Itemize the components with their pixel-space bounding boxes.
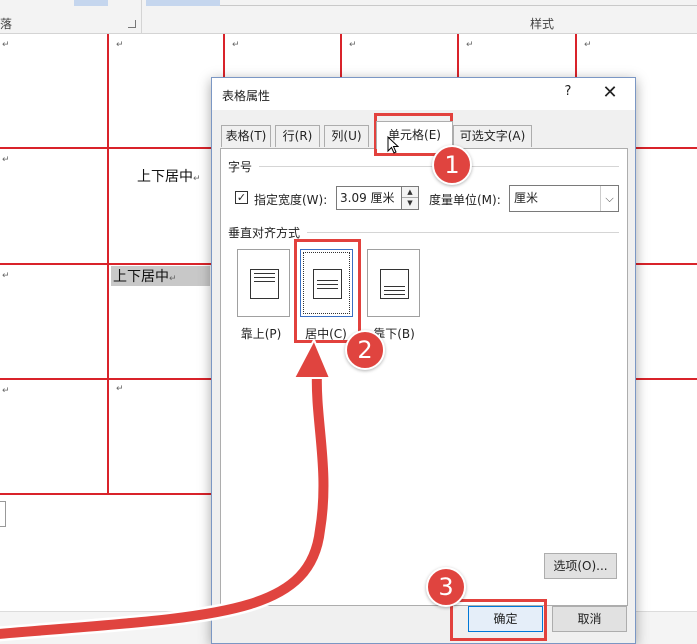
dialog-launcher-icon[interactable]: [128, 20, 136, 28]
cell-mark: ↵: [2, 40, 10, 50]
cell-text-centered[interactable]: 上下居中↵: [137, 166, 201, 186]
check-icon: ✓: [236, 191, 247, 204]
width-spinner[interactable]: ▲ ▼: [402, 186, 419, 210]
table-properties-dialog: 表格属性 ? ✕ 表格(T) 行(R) 列(U) 单元格(E) 可选文字(A) …: [211, 77, 636, 644]
cell-mark: ↵: [466, 40, 474, 50]
preferred-width-input[interactable]: 3.09 厘米: [336, 186, 402, 210]
tab-table[interactable]: 表格(T): [221, 125, 271, 147]
preferred-width-checkbox[interactable]: ✓: [235, 191, 248, 204]
measure-unit-select[interactable]: 厘米 ⌵: [509, 185, 619, 212]
table-border: [0, 263, 211, 265]
cell-mark: ↵: [232, 40, 240, 50]
table-border: [223, 34, 225, 78]
ribbon-selected-button[interactable]: [74, 0, 108, 6]
table-border: [457, 34, 459, 78]
step-badge-1: 1: [432, 145, 472, 185]
styles-group-label: 样式: [530, 17, 555, 31]
mouse-cursor-icon: [387, 136, 399, 154]
cell-mark: ↵: [584, 40, 592, 50]
align-top-icon: [250, 269, 279, 299]
cell-mark: ↵: [2, 386, 10, 396]
tab-row[interactable]: 行(R): [275, 125, 320, 147]
ribbon: 落 样式: [0, 0, 697, 34]
table-border: [340, 34, 342, 78]
ribbon-divider: [141, 0, 142, 34]
options-button[interactable]: 选项(O)...: [544, 553, 617, 579]
spin-up-icon[interactable]: ▲: [402, 187, 418, 198]
cell-mark: ↵: [169, 274, 177, 284]
align-bottom-button[interactable]: [367, 249, 420, 317]
table-border: [636, 147, 697, 149]
table-border: [636, 263, 697, 265]
measure-unit-label: 度量单位(M):: [429, 193, 501, 207]
cell-tab-panel: [220, 148, 628, 606]
table-border: [0, 378, 211, 380]
tab-alt-text[interactable]: 可选文字(A): [453, 125, 532, 147]
size-section-label: 字号: [228, 160, 253, 174]
cancel-button[interactable]: 取消: [552, 606, 627, 632]
styles-gallery[interactable]: [146, 0, 697, 6]
cell-mark: ↵: [193, 174, 201, 184]
align-top-label: 靠上(P): [240, 327, 282, 341]
align-bottom-icon: [380, 269, 409, 299]
table-border: [575, 34, 577, 78]
step-badge-3: 3: [426, 567, 466, 607]
help-button[interactable]: ?: [559, 84, 577, 99]
close-button[interactable]: ✕: [597, 80, 623, 106]
paragraph-group-label: 落: [0, 17, 13, 31]
cell-mark: ↵: [2, 271, 10, 281]
table-border: [0, 493, 211, 495]
table-border: [636, 378, 697, 380]
cell-text-content: 上下居中: [113, 269, 169, 285]
chevron-down-icon[interactable]: ⌵: [600, 186, 618, 211]
left-edge-box: [0, 501, 6, 527]
tab-column[interactable]: 列(U): [324, 125, 369, 147]
section-divider: [307, 232, 619, 233]
vertical-align-section-label: 垂直对齐方式: [228, 226, 301, 240]
dialog-title: 表格属性: [222, 89, 271, 103]
cell-text-content: 上下居中: [137, 169, 193, 185]
dialog-titlebar[interactable]: 表格属性 ? ✕: [212, 78, 635, 110]
measure-unit-value: 厘米: [514, 191, 539, 205]
table-border: [0, 147, 211, 149]
cell-mark: ↵: [349, 40, 357, 50]
cell-mark: ↵: [2, 155, 10, 165]
highlight-center-option: [294, 239, 361, 343]
spin-down-icon[interactable]: ▼: [402, 198, 418, 209]
highlight-ok-button: [450, 599, 547, 641]
cell-mark: ↵: [116, 384, 124, 394]
cell-text-top[interactable]: 上下居中↵: [111, 266, 210, 286]
step-badge-2: 2: [345, 330, 385, 370]
cell-mark: ↵: [116, 40, 124, 50]
styles-gallery-selected[interactable]: [146, 0, 220, 6]
align-top-button[interactable]: [237, 249, 290, 317]
preferred-width-label: 指定宽度(W):: [254, 193, 328, 207]
